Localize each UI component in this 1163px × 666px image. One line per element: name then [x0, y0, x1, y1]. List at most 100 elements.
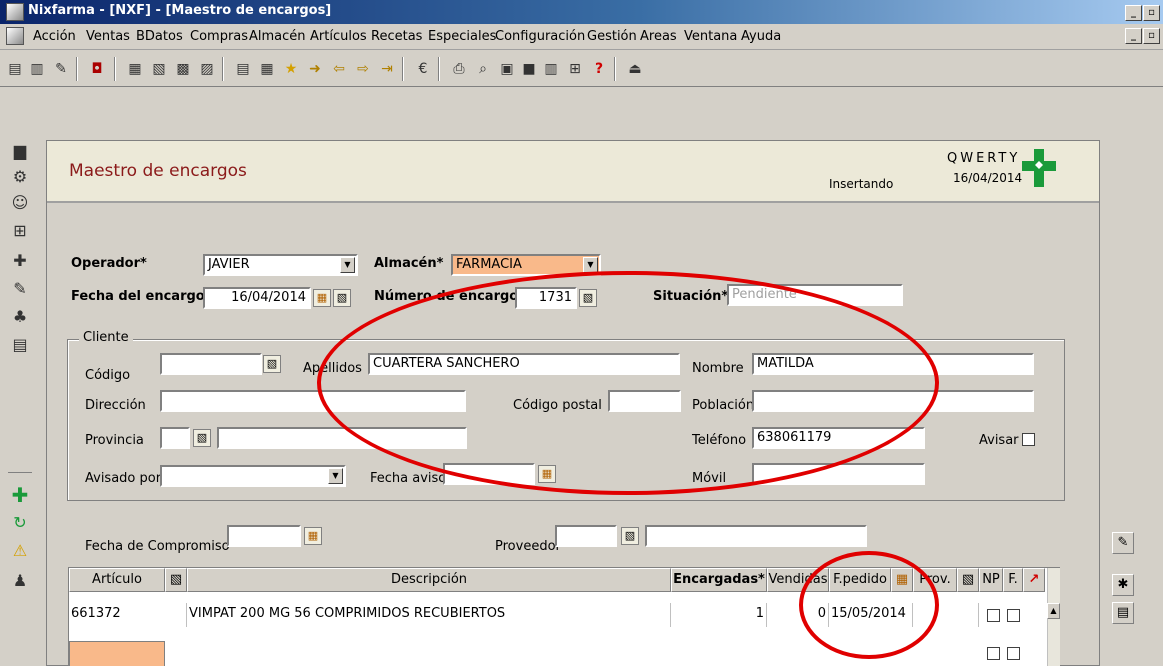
refresh-icon[interactable]: ↻: [10, 512, 30, 534]
menu-ayuda[interactable]: Ayuda: [741, 29, 781, 44]
menu-articulos[interactable]: Artículos: [310, 29, 367, 44]
grid-icon[interactable]: ▦: [258, 60, 276, 78]
expand-arrow-icon[interactable]: ↗: [1029, 572, 1040, 587]
menu-especiales[interactable]: Especiales: [428, 29, 496, 44]
menu-bdatos[interactable]: BDatos: [136, 29, 183, 44]
lookup-icon[interactable]: ▧: [333, 289, 351, 307]
provincia-name-input[interactable]: [217, 427, 467, 449]
help-icon[interactable]: ?: [590, 60, 608, 78]
row2-articulo-input[interactable]: [69, 641, 165, 666]
poblacion-input[interactable]: [752, 390, 1034, 412]
lookup-icon[interactable]: ▧: [193, 429, 211, 447]
proveedor-name-input[interactable]: [645, 525, 867, 547]
gear-icon[interactable]: ⚙: [10, 166, 30, 188]
lookup-icon[interactable]: ▧: [263, 355, 281, 373]
users-icon[interactable]: ♣: [10, 306, 30, 328]
cart-icon[interactable]: ⊞: [566, 60, 584, 78]
last-record-icon[interactable]: ⇥: [378, 60, 396, 78]
fecha-aviso-input[interactable]: [443, 463, 535, 485]
col-encargadas-header[interactable]: Encargadas*: [671, 568, 767, 592]
binoculars-icon[interactable]: ▦: [126, 60, 144, 78]
row1-descripcion[interactable]: VIMPAT 200 MG 56 COMPRIMIDOS RECUBIERTOS: [187, 603, 671, 627]
tools-icon[interactable]: ✱: [1112, 574, 1134, 596]
document-icon[interactable]: [6, 27, 24, 45]
col-articulo-header[interactable]: Artículo: [69, 568, 165, 592]
row1-prov[interactable]: [913, 603, 979, 627]
square-icon[interactable]: ■: [520, 60, 538, 78]
medkit-icon[interactable]: ✚: [10, 250, 30, 272]
col-fpedido-header[interactable]: F.pedido: [829, 568, 891, 592]
lookup-icon[interactable]: ▧: [621, 527, 639, 545]
row2-f-checkbox[interactable]: [1007, 647, 1020, 660]
avisado-por-dropdown-icon[interactable]: ▼: [328, 468, 343, 484]
col-calendar-header[interactable]: ▦: [891, 568, 913, 592]
lookup-icon[interactable]: ▧: [579, 289, 597, 307]
avisar-checkbox[interactable]: [1022, 433, 1035, 446]
calendar-icon[interactable]: ▦: [313, 289, 331, 307]
warning-icon[interactable]: ⚠: [10, 540, 30, 562]
printer-icon[interactable]: ⎙: [450, 60, 468, 78]
menu-recetas[interactable]: Recetas: [371, 29, 422, 44]
bag-icon[interactable]: ▆: [10, 140, 30, 162]
first-record-icon[interactable]: ▤: [234, 60, 252, 78]
user-icon[interactable]: ☺: [10, 192, 30, 214]
pencil-icon[interactable]: ✎: [10, 278, 30, 300]
calendar-icon[interactable]: ▦: [896, 572, 908, 587]
menu-compras[interactable]: Compras: [190, 29, 248, 44]
col-expand-header[interactable]: ↗: [1023, 568, 1045, 592]
row1-np-checkbox[interactable]: [987, 609, 1000, 622]
document-icon[interactable]: ▥: [28, 60, 46, 78]
menu-accion[interactable]: Acción: [33, 29, 76, 44]
lookup-icon[interactable]: ▧: [962, 572, 974, 587]
col-prov-lookup-header[interactable]: ▧: [957, 568, 979, 592]
col-vendidas-header[interactable]: Vendidas: [767, 568, 829, 592]
star-icon[interactable]: ★: [282, 60, 300, 78]
fecha-encargo-input[interactable]: 16/04/2014: [203, 287, 311, 309]
maximize-button[interactable]: ▫: [1143, 5, 1160, 21]
codigo-postal-input[interactable]: [608, 390, 681, 412]
row1-articulo[interactable]: 661372: [69, 603, 187, 627]
telefono-input[interactable]: 638061179: [752, 427, 925, 449]
menu-configuracion[interactable]: Configuración: [495, 29, 585, 44]
register-icon[interactable]: ▤: [10, 334, 30, 356]
calendar-icon[interactable]: ▦: [304, 527, 322, 545]
arrow-left-icon[interactable]: ⇦: [330, 60, 348, 78]
menu-gestion[interactable]: Gestión: [587, 29, 637, 44]
calculator-icon[interactable]: ▣: [498, 60, 516, 78]
row1-vendidas[interactable]: 0: [767, 603, 829, 627]
search-icon[interactable]: ⌕: [474, 60, 492, 78]
row1-fpedido[interactable]: 15/05/2014: [829, 603, 913, 627]
operador-select[interactable]: JAVIER: [203, 254, 358, 276]
avisado-por-select[interactable]: [160, 465, 346, 487]
edit-icon[interactable]: ✎: [52, 60, 70, 78]
almacen-dropdown-icon[interactable]: ▼: [583, 257, 598, 273]
cart-icon[interactable]: ⊞: [10, 220, 30, 242]
stop-icon[interactable]: ◘: [88, 60, 106, 78]
mdi-maximize-button[interactable]: ▫: [1143, 28, 1160, 44]
col-descripcion-header[interactable]: Descripción: [187, 568, 671, 592]
menu-areas[interactable]: Areas: [640, 29, 677, 44]
arrow-right-icon[interactable]: ⇨: [354, 60, 372, 78]
clear-filter-icon[interactable]: ▩: [174, 60, 192, 78]
numero-encargo-input[interactable]: 1731: [515, 287, 577, 309]
list-icon[interactable]: ▤: [6, 60, 24, 78]
menu-ventas[interactable]: Ventas: [86, 29, 130, 44]
lookup-icon[interactable]: ▧: [170, 572, 182, 587]
direccion-input[interactable]: [160, 390, 466, 412]
row1-encargadas[interactable]: 1: [671, 603, 767, 627]
print-preview-icon[interactable]: ▨: [198, 60, 216, 78]
fecha-compromiso-input[interactable]: [227, 525, 301, 547]
scroll-up-icon[interactable]: ▲: [1047, 603, 1060, 619]
row2-np-checkbox[interactable]: [987, 647, 1000, 660]
operador-dropdown-icon[interactable]: ▼: [340, 257, 355, 273]
pencil-icon[interactable]: ✎: [1112, 532, 1134, 554]
col-prov-header[interactable]: Prov.: [913, 568, 957, 592]
add-icon[interactable]: ✚: [10, 484, 30, 506]
proveedor-code-input[interactable]: [555, 525, 617, 547]
col-f-header[interactable]: F.: [1003, 568, 1023, 592]
goto-icon[interactable]: ➜: [306, 60, 324, 78]
people-icon[interactable]: ♟: [10, 570, 30, 592]
euro-icon[interactable]: €: [414, 60, 432, 78]
apellidos-input[interactable]: CUARTERA SANCHERO: [368, 353, 680, 375]
row1-f-checkbox[interactable]: [1007, 609, 1020, 622]
